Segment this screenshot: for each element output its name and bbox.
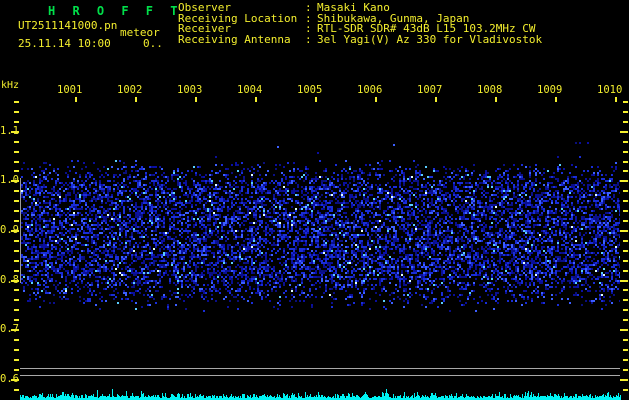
- x-axis-time-label: 1010: [597, 84, 623, 96]
- y-axis-tick-right: [623, 359, 628, 361]
- x-axis-time-label: 1004: [237, 84, 263, 96]
- y-axis-tick-left: [14, 309, 19, 311]
- x-axis-time-label: 1006: [357, 84, 383, 96]
- metadata-label: Receiving Antenna: [178, 32, 291, 46]
- y-axis-tick-right: [623, 369, 628, 371]
- y-axis-frequency-label: 1.0: [0, 174, 19, 186]
- metadata-row: Receiving Antenna:3el Yagi(V) Az 330 for…: [178, 32, 543, 46]
- y-axis-tick-left: [14, 250, 19, 252]
- metadata-value: 3el Yagi(V) Az 330 for Vladivostok: [317, 32, 543, 46]
- x-axis-tick: [75, 97, 77, 102]
- echo-counter: 0..: [143, 37, 163, 50]
- y-axis-tick-right: [623, 111, 628, 113]
- level-reference-line-lower: [20, 375, 620, 376]
- y-axis-tick-right: [623, 220, 628, 222]
- y-axis-tick-left: [14, 289, 19, 291]
- spectrogram-canvas: [21, 140, 620, 312]
- x-axis-tick: [315, 97, 317, 102]
- y-axis-tick-right: [620, 280, 628, 282]
- x-axis-tick: [135, 97, 137, 102]
- y-axis-tick-left: [14, 141, 19, 143]
- x-axis-time-label: 1002: [117, 84, 143, 96]
- y-axis-tick-right: [623, 141, 628, 143]
- y-axis-tick-right: [620, 379, 628, 381]
- y-axis-tick-left: [14, 210, 19, 212]
- x-axis-time-label: 1001: [57, 84, 83, 96]
- y-axis-tick-right: [623, 250, 628, 252]
- y-axis-tick-left: [14, 161, 19, 163]
- y-axis-tick-left: [14, 389, 19, 391]
- y-axis-tick-right: [623, 210, 628, 212]
- y-axis-frequency-label: 0.8: [0, 274, 19, 286]
- y-axis-tick-right: [623, 101, 628, 103]
- x-axis-tick: [495, 97, 497, 102]
- y-axis-frequency-label: 0.6: [0, 373, 19, 385]
- y-axis-tick-right: [623, 339, 628, 341]
- y-axis-tick-left: [14, 260, 19, 262]
- metadata-separator: :: [305, 32, 312, 46]
- x-axis-time-label: 1009: [537, 84, 563, 96]
- y-axis-tick-right: [623, 240, 628, 242]
- y-axis-tick-right: [623, 170, 628, 172]
- y-axis-tick-right: [620, 131, 628, 133]
- count-band-marker: [20, 178, 21, 283]
- y-axis-tick-right: [623, 260, 628, 262]
- y-axis-tick-right: [623, 161, 628, 163]
- y-axis-tick-left: [14, 369, 19, 371]
- y-axis-tick-left: [14, 270, 19, 272]
- level-reference-line-upper: [20, 368, 620, 369]
- y-axis-tick-right: [623, 309, 628, 311]
- y-axis-tick-right: [623, 121, 628, 123]
- y-axis-tick-right: [623, 151, 628, 153]
- x-axis-tick: [375, 97, 377, 102]
- y-axis-frequency-label: 0.9: [0, 224, 19, 236]
- y-axis-tick-left: [14, 220, 19, 222]
- y-axis-tick-right: [623, 349, 628, 351]
- x-axis-tick: [195, 97, 197, 102]
- y-axis-tick-left: [14, 359, 19, 361]
- y-axis-frequency-label: 1.1: [0, 125, 19, 137]
- y-axis-tick-right: [623, 270, 628, 272]
- x-axis-tick: [615, 97, 617, 102]
- y-axis-tick-right: [620, 180, 628, 182]
- y-axis-tick-right: [623, 389, 628, 391]
- output-filename: UT2511141000.pn: [18, 19, 118, 32]
- metadata-block: Observer: Masaki Kano Receiving Location: S…: [178, 2, 543, 46]
- y-axis-tick-left: [14, 339, 19, 341]
- y-axis-tick-right: [623, 190, 628, 192]
- y-axis-tick-left: [14, 151, 19, 153]
- y-axis-tick-left: [14, 240, 19, 242]
- y-axis-tick-right: [620, 230, 628, 232]
- y-axis-tick-left: [14, 190, 19, 192]
- y-axis-tick-left: [14, 121, 19, 123]
- app-title: H R O F F T: [48, 4, 183, 18]
- y-axis-tick-right: [623, 299, 628, 301]
- hrofft-screen: H R O F F T UT2511141000.pn meteor 25.11…: [0, 0, 629, 400]
- observation-datetime: 25.11.14 10:00: [18, 37, 111, 50]
- x-axis-time-label: 1007: [417, 84, 443, 96]
- y-axis-tick-left: [14, 101, 19, 103]
- y-axis-frequency-label: 0.7: [0, 323, 19, 335]
- x-axis-tick: [555, 97, 557, 102]
- x-axis-time-label: 1003: [177, 84, 203, 96]
- x-axis-time-label: 1005: [297, 84, 323, 96]
- y-axis-tick-left: [14, 111, 19, 113]
- x-axis-time-label: 1008: [477, 84, 503, 96]
- x-axis-tick: [435, 97, 437, 102]
- y-axis-tick-left: [14, 170, 19, 172]
- y-axis-tick-right: [623, 319, 628, 321]
- y-axis-tick-left: [14, 200, 19, 202]
- y-axis-tick-right: [623, 289, 628, 291]
- y-axis-tick-left: [14, 299, 19, 301]
- y-axis-tick-right: [623, 200, 628, 202]
- y-axis-tick-left: [14, 349, 19, 351]
- y-axis-unit-label: kHz: [1, 80, 20, 91]
- y-axis-tick-right: [620, 329, 628, 331]
- x-axis-tick: [255, 97, 257, 102]
- level-meter-canvas: [20, 383, 621, 400]
- y-axis-tick-left: [14, 319, 19, 321]
